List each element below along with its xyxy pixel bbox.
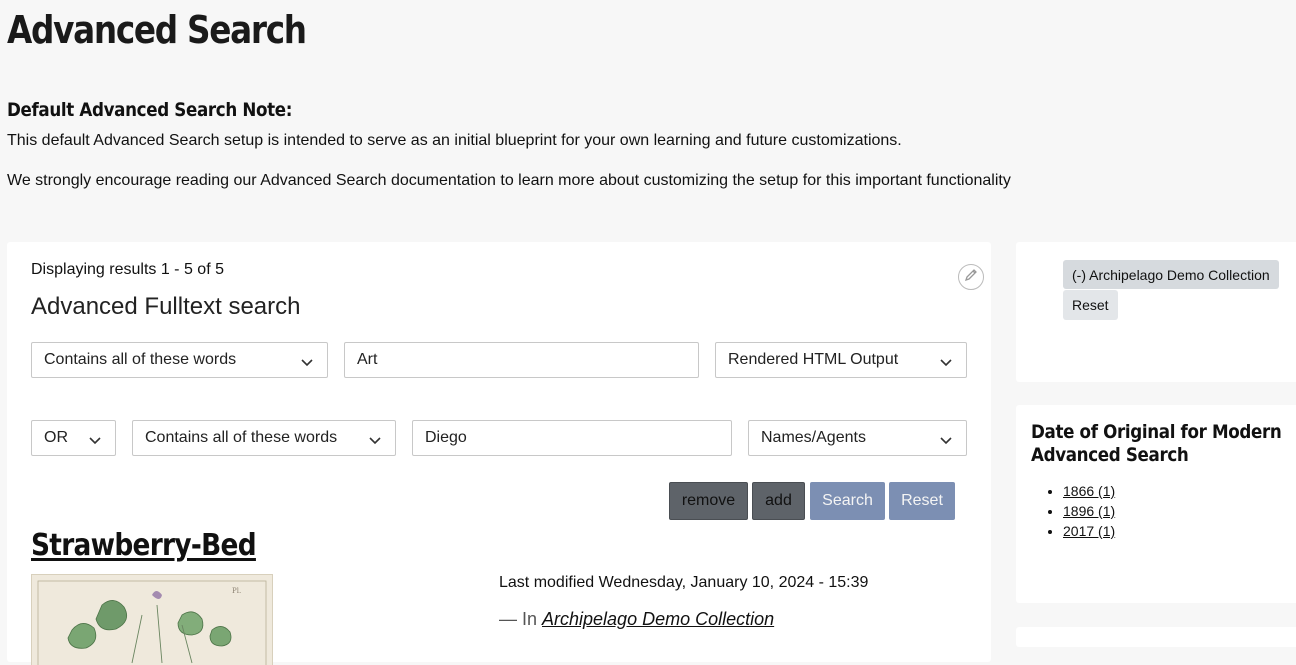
facet-link[interactable]: 1866 (1) <box>1063 483 1115 499</box>
search-term-input-1[interactable] <box>344 342 699 378</box>
chevron-down-icon <box>89 433 101 451</box>
note-paragraph: This default Advanced Search setup is in… <box>7 132 902 149</box>
condition-select-1[interactable]: Contains all of these words <box>31 342 328 378</box>
pencil-icon <box>964 268 978 287</box>
collection-link[interactable]: Archipelago Demo Collection <box>542 609 774 629</box>
facet-item: 1896 (1) <box>1063 501 1115 521</box>
field-select-2[interactable]: Names/Agents <box>748 420 967 456</box>
facet-item: 2017 (1) <box>1063 521 1115 541</box>
note-text: to learn more about customizing the setu… <box>495 172 1011 189</box>
active-filters-panel: (-) Archipelago Demo Collection Reset <box>1016 242 1296 382</box>
facet-title: Date of Original for Modern Advanced Sea… <box>1031 421 1282 466</box>
search-results-panel: Displaying results 1 - 5 of 5 Advanced F… <box>7 242 991 665</box>
facet-item: 1866 (1) <box>1063 481 1115 501</box>
facet-link[interactable]: 2017 (1) <box>1063 523 1115 539</box>
note-heading: Default Advanced Search Note: <box>7 99 293 121</box>
select-value: Names/Agents <box>761 429 866 446</box>
select-value: Rendered HTML Output <box>728 351 899 368</box>
chevron-down-icon <box>940 355 952 373</box>
search-button[interactable]: Search <box>810 482 885 520</box>
filter-reset-button[interactable]: Reset <box>1063 290 1118 320</box>
note-text: We strongly encourage reading our <box>7 172 261 189</box>
results-summary: Displaying results 1 - 5 of 5 <box>31 261 224 278</box>
form-title: Advanced Fulltext search <box>31 293 301 320</box>
sidebar-block <box>1016 627 1296 647</box>
select-value: Contains all of these words <box>44 351 237 368</box>
search-term-input-2[interactable] <box>412 420 732 456</box>
result-collection-line: — In Archipelago Demo Collection <box>499 609 774 630</box>
date-facet-panel: Date of Original for Modern Advanced Sea… <box>1016 405 1296 603</box>
remove-button[interactable]: remove <box>669 482 748 520</box>
active-filter-chip[interactable]: (-) Archipelago Demo Collection <box>1063 260 1279 289</box>
result-title-link[interactable]: Strawberry-Bed <box>31 528 257 563</box>
field-select-1[interactable]: Rendered HTML Output <box>715 342 967 378</box>
page-title: Advanced Search <box>7 8 307 52</box>
result-title: Strawberry-Bed <box>31 528 257 563</box>
condition-select-2[interactable]: Contains all of these words <box>132 420 396 456</box>
chevron-down-icon <box>940 433 952 451</box>
chevron-down-icon <box>301 355 313 373</box>
edit-button[interactable] <box>958 264 984 290</box>
collection-prefix: — In <box>499 609 543 629</box>
note-paragraph-docs: We strongly encourage reading our Advanc… <box>7 172 1011 190</box>
reset-button[interactable]: Reset <box>889 482 955 520</box>
svg-text:Pl.: Pl. <box>232 587 241 595</box>
select-value: OR <box>44 429 68 446</box>
chevron-down-icon <box>369 433 381 451</box>
select-value: Contains all of these words <box>145 429 338 446</box>
add-button[interactable]: add <box>752 482 805 520</box>
result-thumbnail[interactable]: Pl. <box>31 574 273 665</box>
strawberry-illustration: Pl. <box>37 580 267 665</box>
operator-select[interactable]: OR <box>31 420 116 456</box>
facet-link[interactable]: 1896 (1) <box>1063 503 1115 519</box>
result-modified-date: Last modified Wednesday, January 10, 202… <box>499 574 869 591</box>
facet-list: 1866 (1) 1896 (1) 2017 (1) <box>1063 481 1115 541</box>
documentation-link[interactable]: Advanced Search documentation <box>260 172 496 189</box>
